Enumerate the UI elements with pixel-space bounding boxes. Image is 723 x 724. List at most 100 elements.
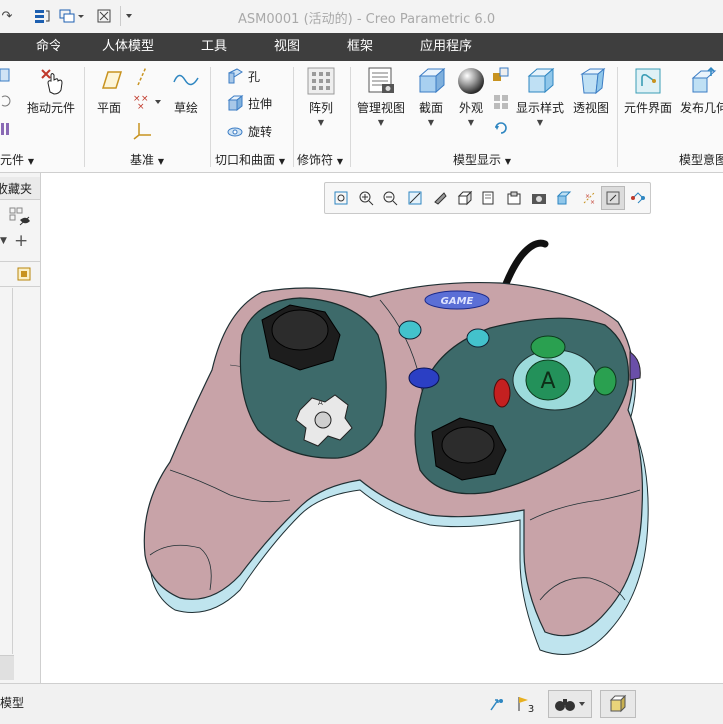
- revolve-icon: [227, 127, 243, 137]
- find-binoculars-button[interactable]: [548, 690, 592, 718]
- sketch-icon: [171, 66, 201, 96]
- pattern-icon: [306, 66, 336, 96]
- view-manager-icon[interactable]: [478, 186, 502, 210]
- tab-tools[interactable]: 工具: [201, 33, 227, 61]
- tab-command[interactable]: 命令: [0, 33, 60, 61]
- component-icon[interactable]: [0, 67, 12, 85]
- red-b-button: [493, 378, 511, 408]
- flag-count-icon[interactable]: 3: [512, 690, 538, 718]
- svg-text:GAME: GAME: [441, 296, 474, 307]
- drag-hand-icon: [36, 66, 66, 96]
- point-icon[interactable]: × × ×: [131, 91, 165, 113]
- extrude-button[interactable]: 拉伸: [226, 94, 272, 112]
- panel-resize-handle[interactable]: [0, 655, 14, 680]
- drag-component-button[interactable]: 拖动元件: [27, 66, 75, 116]
- svg-text:A: A: [318, 399, 323, 407]
- datum-display-icon[interactable]: × ×: [577, 186, 601, 210]
- display-settings-icon[interactable]: [492, 93, 510, 111]
- controller-model[interactable]: A A GAME: [41, 173, 723, 683]
- refit-icon[interactable]: [329, 186, 353, 210]
- component-interface-button[interactable]: 元件界面: [624, 66, 672, 116]
- refresh-icon[interactable]: [492, 119, 510, 137]
- assembly-node-icon[interactable]: [16, 266, 34, 282]
- group-model-intent[interactable]: 模型意图 ▼: [679, 151, 723, 168]
- ribbon-tab-strip: 命令 人体模型 工具 视图 框架 应用程序: [0, 33, 723, 61]
- hole-icon: [228, 68, 243, 84]
- start-button: [408, 367, 440, 389]
- tab-framework[interactable]: 框架: [347, 33, 373, 61]
- pattern-button[interactable]: 阵列 ▼: [306, 66, 336, 127]
- svg-text:A: A: [540, 369, 555, 394]
- tree-dropdown-icon[interactable]: ▼: [0, 236, 8, 250]
- annotation-display-icon[interactable]: [626, 186, 650, 210]
- zoom-in-icon[interactable]: [354, 186, 378, 210]
- perspective-button[interactable]: 透视图: [573, 66, 609, 116]
- game-logo: GAME: [424, 290, 490, 310]
- camera-icon[interactable]: [527, 186, 551, 210]
- redo-icon[interactable]: ↷: [0, 6, 14, 26]
- spin-center-icon[interactable]: [601, 186, 626, 210]
- scene-icon[interactable]: [492, 67, 510, 85]
- plane-button[interactable]: 平面: [94, 66, 124, 116]
- a-button: A: [525, 359, 571, 401]
- window-title: ASM0001 (活动的) - Creo Parametric 6.0: [238, 12, 496, 27]
- zoom-out-icon[interactable]: [379, 186, 403, 210]
- display-style-button[interactable]: 显示样式 ▼: [516, 66, 564, 127]
- tab-applications[interactable]: 应用程序: [420, 33, 472, 61]
- status-bar: 模型 3: [0, 683, 723, 724]
- extrude-icon: [227, 94, 244, 112]
- section-view-icon[interactable]: [502, 186, 526, 210]
- component-interface-icon: [633, 66, 663, 96]
- publish-geometry-button[interactable]: 发布几何: [680, 66, 723, 116]
- cyan-button-right: [466, 328, 490, 348]
- windows-icon[interactable]: [58, 6, 86, 26]
- publish-geometry-icon: [689, 66, 719, 96]
- selection-filter-button[interactable]: [600, 690, 636, 718]
- group-datum[interactable]: 基准 ▼: [130, 151, 164, 168]
- green-button-right: [593, 366, 617, 396]
- axis-icon[interactable]: [131, 65, 153, 87]
- assembly-icon[interactable]: [0, 121, 12, 137]
- perspective-view-icon[interactable]: [428, 186, 452, 210]
- smart-select-icon[interactable]: [485, 690, 509, 718]
- perspective-icon: [576, 66, 606, 96]
- customize-icon[interactable]: [120, 6, 137, 26]
- revolve-button[interactable]: 旋转: [226, 122, 272, 140]
- tab-view[interactable]: 视图: [274, 33, 300, 61]
- hole-button[interactable]: 孔: [226, 67, 260, 85]
- saved-orientations-icon[interactable]: [453, 186, 477, 210]
- group-cut-surface[interactable]: 切口和曲面 ▼: [215, 151, 285, 168]
- ribbon-panel: 拖动元件 元件 ▼ 平面 × × × 草绘 基准 ▼ 孔 拉伸 旋转 切口和曲面…: [0, 61, 723, 173]
- manage-views-button[interactable]: 管理视图 ▼: [357, 66, 405, 127]
- display-style-view-icon[interactable]: [552, 186, 576, 210]
- section-button[interactable]: 截面 ▼: [416, 66, 446, 127]
- favorites-tab[interactable]: 收藏夹: [0, 177, 40, 200]
- graphics-toolbar: × ×: [324, 182, 651, 214]
- graphics-window[interactable]: A A GAME: [41, 173, 723, 683]
- group-model-display[interactable]: 模型显示 ▼: [453, 151, 511, 168]
- tab-manikin[interactable]: 人体模型: [102, 33, 154, 61]
- section-icon: [416, 66, 446, 96]
- plane-icon: [94, 66, 124, 96]
- repeat-icon[interactable]: [0, 93, 12, 109]
- display-style-icon: [525, 66, 555, 96]
- group-component[interactable]: 元件 ▼: [0, 151, 34, 168]
- appearance-sphere-icon: [456, 66, 486, 96]
- repaint-icon[interactable]: [403, 186, 427, 210]
- coordinate-system-icon[interactable]: [131, 119, 153, 141]
- sketch-button[interactable]: 草绘: [171, 66, 201, 116]
- appearance-button[interactable]: 外观 ▼: [456, 66, 486, 127]
- title-bar: ↷ ASM0001 (活动的) - Creo Parametric 6.0: [0, 0, 723, 34]
- add-icon[interactable]: +: [14, 231, 30, 251]
- svg-text:×: ×: [137, 102, 145, 112]
- cyan-button-left: [398, 320, 422, 340]
- group-modifiers[interactable]: 修饰符 ▼: [297, 151, 343, 168]
- green-button-top: [530, 335, 566, 359]
- svg-text:×: ×: [590, 199, 595, 206]
- status-text: 模型: [0, 696, 25, 710]
- navigator-panel: 收藏夹 ▼ +: [0, 173, 41, 683]
- tree-settings-icon[interactable]: [8, 206, 32, 228]
- close-window-icon[interactable]: [95, 6, 113, 26]
- regenerate-icon[interactable]: [32, 6, 52, 26]
- manage-views-icon: [366, 66, 396, 96]
